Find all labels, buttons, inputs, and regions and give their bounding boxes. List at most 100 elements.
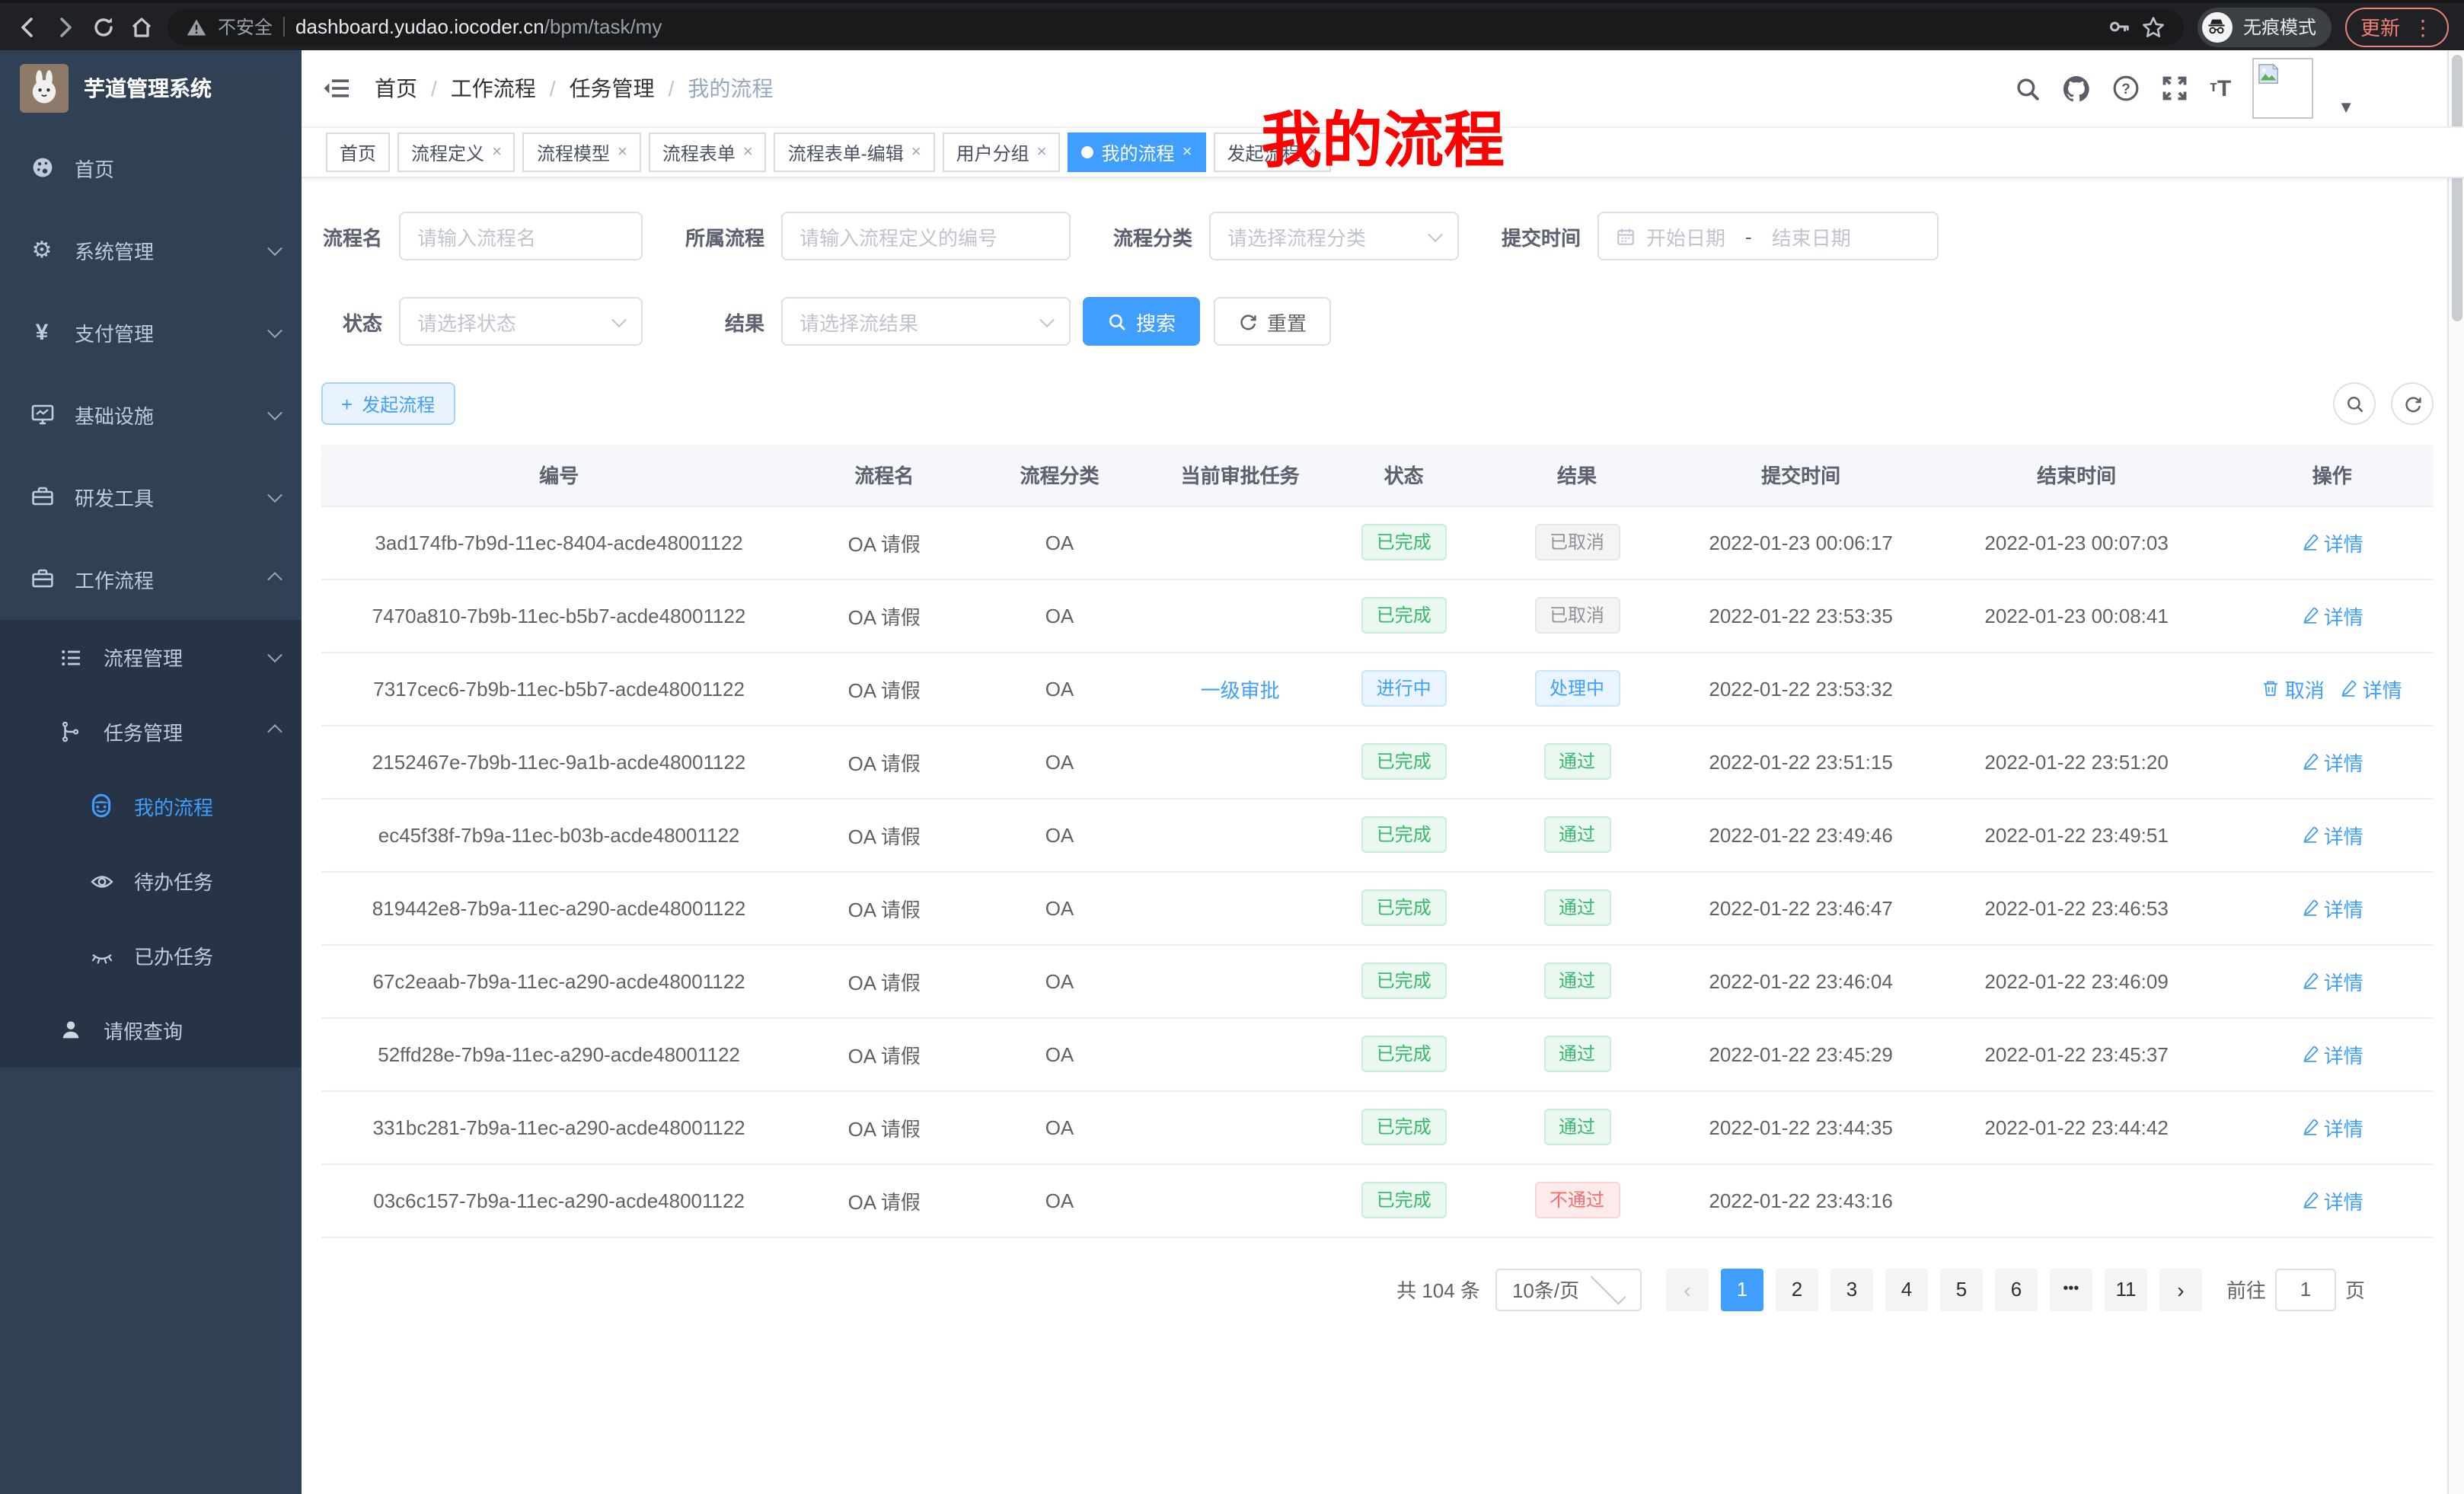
avatar-caret-icon[interactable]: ▼ (2338, 99, 2354, 117)
font-size-icon[interactable]: тT (2210, 77, 2231, 100)
tab-首页[interactable]: 首页 (326, 132, 390, 172)
process-name-input[interactable]: 请输入流程名 (399, 212, 643, 260)
sidebar-item-leave-query[interactable]: 请假查询 (0, 993, 302, 1068)
page-button-4[interactable]: 4 (1885, 1268, 1928, 1310)
sidebar-item-workflow[interactable]: 工作流程 (0, 538, 302, 620)
browser-menu-icon[interactable]: ⋮ (2412, 16, 2434, 37)
breadcrumb-home[interactable]: 首页 (375, 73, 417, 104)
sidebar-item-payment[interactable]: ¥ 支付管理 (0, 291, 302, 373)
show-search-button[interactable] (2333, 382, 2376, 425)
column-header: 结果 (1475, 445, 1680, 506)
tab-流程表单-编辑[interactable]: 流程表单-编辑× (774, 132, 935, 172)
tab-发起流程[interactable]: 发起流程× (1213, 132, 1331, 172)
page-button-6[interactable]: 6 (1995, 1268, 2038, 1310)
tab-流程表单[interactable]: 流程表单× (649, 132, 767, 172)
page-url[interactable]: dashboard.yudao.iocoder.cn/bpm/task/my (295, 15, 662, 38)
detail-link[interactable]: 详情 (2301, 1039, 2363, 1068)
close-tab-icon[interactable]: × (911, 144, 921, 161)
sidebar-item-system[interactable]: ⚙ 系统管理 (0, 209, 302, 291)
password-key-icon[interactable] (2108, 15, 2130, 38)
result-select[interactable]: 请选择流结果 (781, 297, 1071, 346)
github-icon[interactable] (2062, 74, 2091, 103)
page-button-1[interactable]: 1 (1721, 1268, 1763, 1310)
broken-image-icon (2257, 62, 2280, 85)
bookmark-star-icon[interactable] (2141, 14, 2166, 39)
breadcrumb-workflow[interactable]: 工作流程 (451, 73, 536, 104)
detail-link[interactable]: 详情 (2301, 1186, 2363, 1215)
detail-link[interactable]: 详情 (2301, 1113, 2363, 1141)
submit-time-label: 提交时间 (1495, 222, 1581, 251)
page-scrollbar[interactable] (2447, 50, 2464, 1494)
security-label[interactable]: 不安全 (218, 14, 273, 40)
sidebar-item-task-mgmt[interactable]: 任务管理 (0, 694, 302, 769)
page-button-3[interactable]: 3 (1830, 1268, 1873, 1310)
reload-icon[interactable] (91, 14, 116, 39)
reset-button[interactable]: 重置 (1214, 297, 1331, 346)
status-select[interactable]: 请选择状态 (399, 297, 643, 346)
range-separator: - (1736, 225, 1761, 247)
cell-submit-time: 2022-01-22 23:45:29 (1680, 1017, 1923, 1090)
app-logo[interactable]: 芋道管理系统 (0, 50, 302, 126)
sidebar-item-done-tasks[interactable]: 已办任务 (0, 918, 302, 993)
parent-process-input[interactable]: 请输入流程定义的编号 (781, 212, 1071, 260)
trash-icon (2262, 679, 2280, 698)
help-question-icon[interactable]: ? (2112, 75, 2140, 102)
update-button[interactable]: 更新 ⋮ (2345, 7, 2449, 46)
tab-用户分组[interactable]: 用户分组× (943, 132, 1061, 172)
cell-end-time: 2022-01-22 23:49:51 (1923, 798, 2231, 871)
address-bar[interactable]: 不安全 dashboard.yudao.iocoder.cn/bpm/task/… (168, 8, 2184, 45)
navbar: 首页 / 工作流程 / 任务管理 / 我的流程 ? (302, 50, 2464, 126)
sidebar-item-todo-tasks[interactable]: 待办任务 (0, 844, 302, 918)
sidebar-item-home[interactable]: 首页 (0, 126, 302, 209)
detail-link[interactable]: 详情 (2301, 820, 2363, 849)
page-size-select[interactable]: 10条/页 (1495, 1268, 1642, 1310)
detail-link[interactable]: 详情 (2301, 893, 2363, 922)
header-search-icon[interactable] (2015, 75, 2041, 101)
tab-流程定义[interactable]: 流程定义× (397, 132, 515, 172)
category-label: 流程分类 (1107, 222, 1192, 251)
category-select[interactable]: 请选择流程分类 (1209, 212, 1459, 260)
tab-我的流程[interactable]: 我的流程× (1068, 132, 1206, 172)
close-tab-icon[interactable]: × (743, 144, 753, 161)
close-tab-icon[interactable]: × (1183, 144, 1192, 161)
page-button-2[interactable]: 2 (1776, 1268, 1818, 1310)
tab-流程模型[interactable]: 流程模型× (523, 132, 641, 172)
close-tab-icon[interactable]: × (1037, 144, 1047, 161)
sidebar-item-my-process[interactable]: 我的流程 (0, 769, 302, 844)
result-badge: 处理中 (1534, 670, 1620, 707)
detail-link[interactable]: 详情 (2301, 966, 2363, 995)
next-page-button[interactable]: › (2159, 1268, 2202, 1310)
cell-process-name: OA 请假 (796, 1017, 972, 1090)
scrollbar-thumb[interactable] (2451, 55, 2462, 321)
close-tab-icon[interactable]: × (492, 144, 502, 161)
prev-page-button[interactable]: ‹ (1666, 1268, 1709, 1310)
forward-icon[interactable] (53, 14, 78, 39)
sidebar-toggle-icon[interactable] (323, 76, 350, 101)
breadcrumb-task-mgmt[interactable]: 任务管理 (570, 73, 655, 104)
refresh-table-button[interactable] (2391, 382, 2434, 425)
fullscreen-icon[interactable] (2161, 75, 2188, 102)
sidebar-item-devtools[interactable]: 研发工具 (0, 455, 302, 538)
goto-page-input[interactable]: 1 (2275, 1268, 2336, 1310)
sidebar-item-infra[interactable]: 基础设施 (0, 373, 302, 455)
search-button[interactable]: 搜索 (1083, 297, 1200, 346)
close-tab-icon[interactable]: × (618, 144, 627, 161)
submit-time-range-picker[interactable]: 开始日期 - 结束日期 (1597, 212, 1939, 260)
detail-link[interactable]: 详情 (2301, 747, 2363, 776)
sidebar-item-process-mgmt[interactable]: 流程管理 (0, 620, 302, 694)
close-tab-icon[interactable]: × (1307, 144, 1317, 161)
cancel-link[interactable]: 取消 (2262, 674, 2325, 703)
current-task-link[interactable]: 一级审批 (1201, 674, 1280, 703)
page-button-11[interactable]: 11 (2105, 1268, 2147, 1310)
avatar[interactable] (2252, 58, 2313, 119)
detail-link[interactable]: 详情 (2301, 528, 2363, 557)
back-icon[interactable] (15, 14, 40, 39)
create-process-button[interactable]: + 发起流程 (321, 382, 455, 425)
security-warning-icon[interactable] (186, 16, 207, 37)
home-icon[interactable] (129, 14, 154, 39)
total-count: 共 104 条 (1396, 1275, 1480, 1304)
page-button-5[interactable]: 5 (1940, 1268, 1983, 1310)
detail-link[interactable]: 详情 (2340, 674, 2402, 703)
detail-link[interactable]: 详情 (2301, 601, 2363, 630)
status-badge: 已完成 (1361, 816, 1447, 853)
